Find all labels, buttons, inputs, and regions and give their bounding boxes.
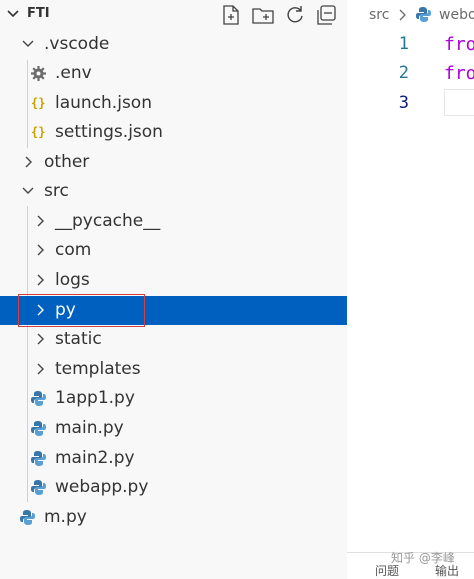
tree-item-label: src	[44, 181, 69, 201]
tree-file-main2-py[interactable]: main2.py	[0, 444, 347, 473]
tree-folder-pycache[interactable]: __pycache__	[0, 207, 347, 236]
chevron-right-icon	[33, 362, 47, 376]
explorer-sidebar: FTI .vscode .env {} launch.json {} setti…	[0, 0, 347, 579]
python-icon	[30, 450, 47, 467]
tree-folder-com[interactable]: com	[0, 236, 347, 265]
tree-file-m-py[interactable]: m.py	[0, 503, 347, 532]
tree-item-label: static	[55, 329, 102, 349]
highlight-box	[18, 294, 145, 327]
tree-file-settings-json[interactable]: {} settings.json	[0, 118, 347, 147]
chevron-down-icon[interactable]	[6, 6, 20, 20]
code-line[interactable]: fro	[444, 34, 474, 55]
tree-folder-src[interactable]: src	[0, 177, 347, 206]
tree-folder-vscode[interactable]: .vscode	[0, 30, 347, 59]
workspace-title: FTI	[27, 6, 50, 21]
chevron-down-icon	[21, 184, 35, 198]
tree-file-env[interactable]: .env	[0, 59, 347, 88]
python-icon	[30, 420, 47, 437]
current-line-highlight	[444, 89, 474, 116]
tree-item-label: main2.py	[55, 448, 135, 468]
chevron-right-icon	[33, 243, 47, 257]
explorer-header[interactable]: FTI	[0, 0, 347, 30]
tree-item-label: com	[55, 240, 92, 260]
code-line[interactable]: fro	[444, 63, 474, 84]
tree-item-label: templates	[55, 359, 141, 379]
tree-folder-static[interactable]: static	[0, 325, 347, 354]
tree-folder-templates[interactable]: templates	[0, 355, 347, 384]
breadcrumb: src webo	[347, 0, 474, 30]
tree-item-label: main.py	[55, 418, 124, 438]
line-number: 3	[398, 93, 409, 113]
tree-folder-other[interactable]: other	[0, 148, 347, 177]
tree-item-label: m.py	[44, 507, 87, 527]
tree-file-main-py[interactable]: main.py	[0, 414, 347, 443]
new-folder-icon[interactable]	[251, 3, 275, 27]
json-icon: {}	[31, 125, 46, 139]
tree-file-1app1-py[interactable]: 1app1.py	[0, 384, 347, 413]
gear-icon	[30, 65, 47, 82]
chevron-right-icon	[33, 332, 47, 346]
chevron-right-icon	[398, 9, 408, 21]
tree-file-webapp-py[interactable]: webapp.py	[0, 473, 347, 502]
refresh-icon[interactable]	[283, 3, 307, 27]
watermark: 知乎 @李峰	[391, 551, 455, 565]
new-file-icon[interactable]	[219, 3, 243, 27]
python-icon	[30, 390, 47, 407]
editor-pane: src webo 1 fro 2 fro 3 问题 输出 知乎 @李峰	[347, 0, 474, 579]
tree-item-label: other	[44, 152, 90, 172]
python-icon	[415, 6, 432, 23]
tree-item-label: webapp.py	[55, 477, 149, 497]
collapse-all-icon[interactable]	[314, 3, 338, 27]
chevron-down-icon	[21, 37, 35, 51]
chevron-right-icon	[33, 214, 47, 228]
line-number: 1	[398, 34, 409, 54]
chevron-right-icon	[21, 155, 35, 169]
python-icon	[30, 479, 47, 496]
tree-item-label: __pycache__	[55, 211, 161, 231]
python-icon	[19, 509, 36, 526]
tree-item-label: logs	[55, 270, 90, 290]
tree-file-launch-json[interactable]: {} launch.json	[0, 89, 347, 118]
breadcrumb-file[interactable]: webo	[439, 7, 474, 23]
tree-item-label: settings.json	[55, 122, 163, 142]
json-icon: {}	[31, 96, 46, 110]
tree-item-label: .vscode	[44, 34, 110, 54]
tree-item-label: .env	[55, 63, 92, 83]
breadcrumb-folder[interactable]: src	[369, 7, 389, 23]
tree-item-label: 1app1.py	[55, 388, 135, 408]
chevron-right-icon	[33, 273, 47, 287]
tree-item-label: launch.json	[55, 93, 152, 113]
tree-folder-logs[interactable]: logs	[0, 266, 347, 295]
line-number: 2	[398, 63, 409, 83]
